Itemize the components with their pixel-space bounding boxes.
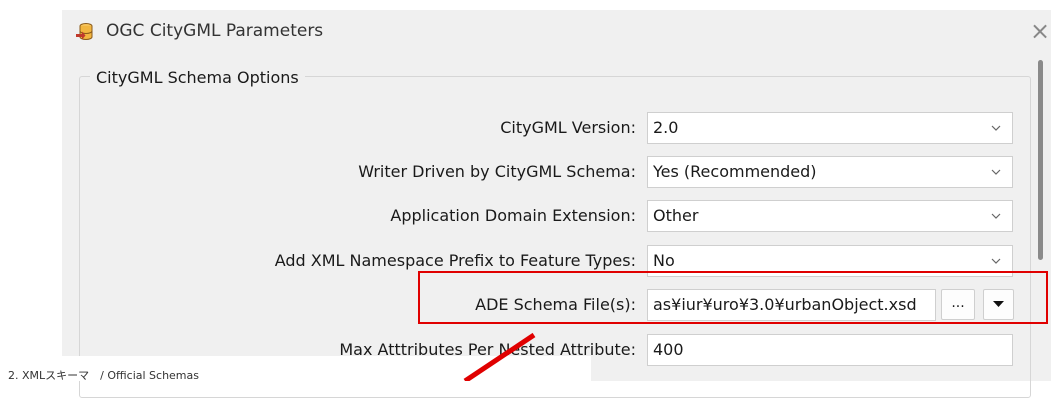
arrow-line — [463, 332, 536, 381]
annotation-arrow — [463, 332, 536, 381]
